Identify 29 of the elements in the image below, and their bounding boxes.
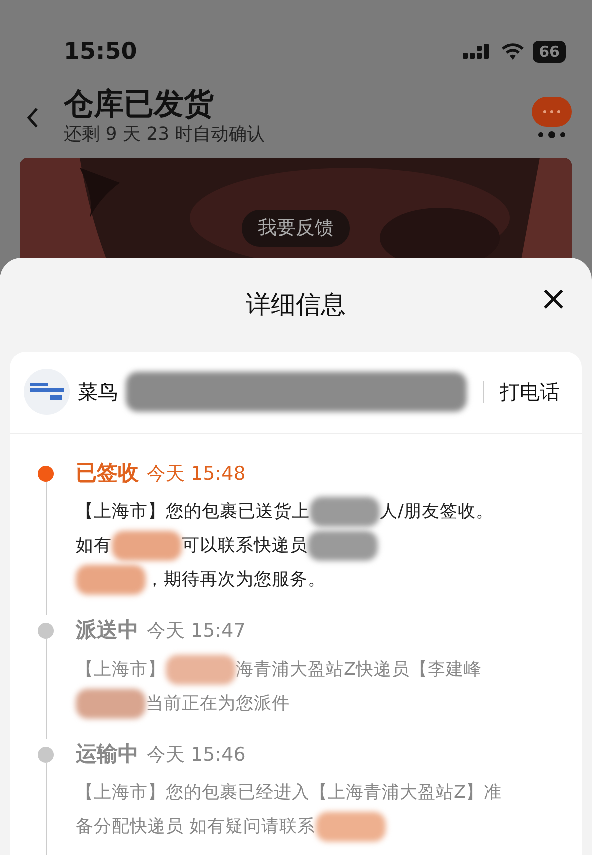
event-time: 今天 15:47 [147,619,246,644]
event-detail-text: 【上海市】 [76,658,166,682]
event-detail-text: 可以联系快递员 [182,535,308,558]
courier-name: 菜鸟 [78,379,118,406]
feedback-button[interactable]: 我要反馈 [242,210,350,246]
event-time: 今天 15:48 [147,462,246,486]
event-detail-text: 人/朋友签收。 [380,501,494,524]
courier-logo [24,369,70,415]
page-dots-icon [537,131,567,139]
sheet-title: 详细信息 [246,290,346,319]
wifi-icon [501,43,526,61]
event-status: 运输中 [76,740,139,768]
status-time: 15:50 [64,38,138,67]
event-status: 已签收 [76,460,139,486]
event-time: 今天 15:46 [147,742,246,768]
event-status: 派送中 [76,617,139,644]
event-detail-text: 【上海市】您的包裹已送货上 [76,501,310,524]
call-button[interactable]: 打电话 [500,377,560,407]
page-title: 仓库已发货 [64,88,215,121]
auto-confirm-countdown: 还剩 9 天 23 时自动确认 [64,123,266,147]
event-detail-text: 如有 [76,535,112,558]
battery-level: 66 [533,41,566,63]
event-detail-text: 当前正在为您派件 [146,692,290,716]
event-detail-text: 海青浦大盈站Z快递员【李建峰 [236,658,482,682]
event-detail-text: ，期待再次为您服务。 [146,569,326,592]
event-detail-text: 【上海市】您的包裹已经进入【上海青浦大盈站Z】准 [76,782,502,805]
close-button[interactable]: × [540,282,568,316]
event-detail-text: 备分配快递员 如有疑问请联系 [76,816,316,839]
back-icon[interactable] [26,107,40,129]
